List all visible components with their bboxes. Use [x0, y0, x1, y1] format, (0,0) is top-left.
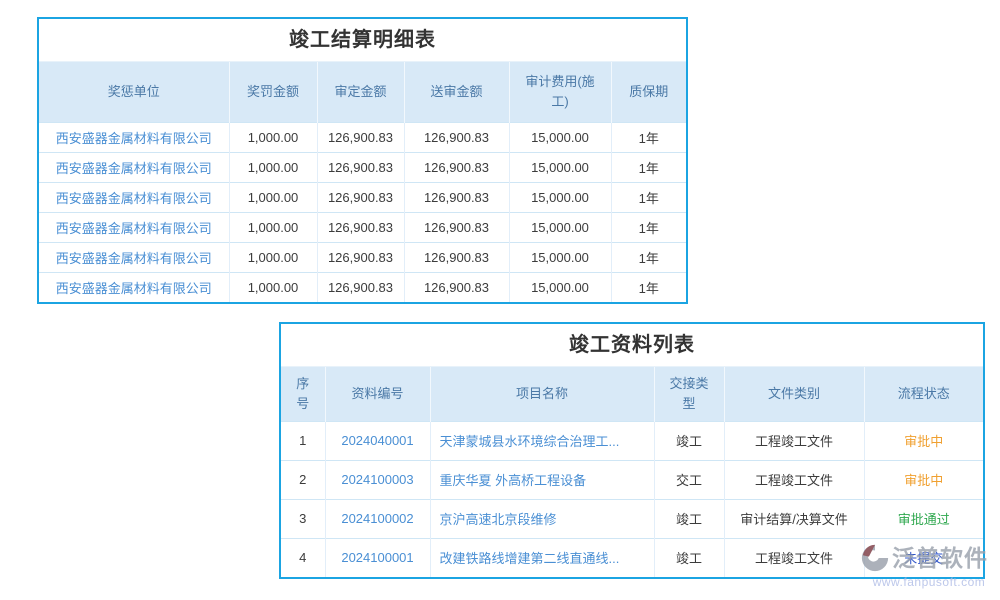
doc-no-link[interactable]: 2024100001	[325, 538, 430, 577]
file-category-cell: 工程竣工文件	[724, 421, 864, 460]
documents-table-header: 序号 资料编号 项目名称 交接类型 文件类别 流程状态	[281, 367, 983, 421]
documents-table-panel: 竣工资料列表 序号 资料编号 项目名称 交接类型 文件类别 流程状态 1 202…	[279, 322, 985, 579]
submitted-amount-cell: 126,900.83	[404, 182, 509, 212]
penalty-amount-cell: 1,000.00	[229, 212, 317, 242]
handover-type-cell: 竣工	[654, 538, 724, 577]
settlement-table-row: 西安盛器金属材料有限公司 1,000.00 126,900.83 126,900…	[39, 122, 686, 152]
settlement-table-row: 西安盛器金属材料有限公司 1,000.00 126,900.83 126,900…	[39, 212, 686, 242]
submitted-amount-cell: 126,900.83	[404, 152, 509, 182]
handover-type-cell: 竣工	[654, 499, 724, 538]
seq-cell: 3	[281, 499, 325, 538]
col-header-flow-status: 流程状态	[864, 367, 983, 421]
doc-no-link[interactable]: 2024100003	[325, 460, 430, 499]
settlement-table-row: 西安盛器金属材料有限公司 1,000.00 126,900.83 126,900…	[39, 152, 686, 182]
col-header-submitted-amount: 送审金额	[404, 62, 509, 122]
approved-amount-cell: 126,900.83	[317, 212, 404, 242]
documents-table-row: 4 2024100001 改建铁路线增建第二线直通线... 竣工 工程竣工文件 …	[281, 538, 983, 577]
reward-unit-link[interactable]: 西安盛器金属材料有限公司	[39, 182, 229, 212]
project-name-link[interactable]: 京沪高速北京段维修	[430, 499, 654, 538]
documents-table-row: 2 2024100003 重庆华夏 外高桥工程设备 交工 工程竣工文件 审批中	[281, 460, 983, 499]
settlement-table-title: 竣工结算明细表	[39, 19, 686, 62]
audit-fee-cell: 15,000.00	[509, 272, 611, 302]
col-header-penalty-amount: 奖罚金额	[229, 62, 317, 122]
col-header-approved-amount: 审定金额	[317, 62, 404, 122]
reward-unit-link[interactable]: 西安盛器金属材料有限公司	[39, 212, 229, 242]
approved-amount-cell: 126,900.83	[317, 182, 404, 212]
seq-cell: 2	[281, 460, 325, 499]
warranty-cell: 1年	[611, 122, 686, 152]
audit-fee-cell: 15,000.00	[509, 212, 611, 242]
reward-unit-link[interactable]: 西安盛器金属材料有限公司	[39, 272, 229, 302]
documents-table-title: 竣工资料列表	[281, 324, 983, 367]
penalty-amount-cell: 1,000.00	[229, 242, 317, 272]
settlement-table-header: 奖惩单位 奖罚金额 审定金额 送审金额 审计费用(施工) 质保期	[39, 62, 686, 122]
documents-table-row: 3 2024100002 京沪高速北京段维修 竣工 审计结算/决算文件 审批通过	[281, 499, 983, 538]
penalty-amount-cell: 1,000.00	[229, 182, 317, 212]
flow-status-badge: 审批中	[864, 421, 983, 460]
col-header-handover-type: 交接类型	[654, 367, 724, 421]
col-header-warranty: 质保期	[611, 62, 686, 122]
settlement-table: 奖惩单位 奖罚金额 审定金额 送审金额 审计费用(施工) 质保期 西安盛器金属材…	[39, 62, 686, 302]
submitted-amount-cell: 126,900.83	[404, 122, 509, 152]
seq-cell: 1	[281, 421, 325, 460]
reward-unit-link[interactable]: 西安盛器金属材料有限公司	[39, 122, 229, 152]
file-category-cell: 审计结算/决算文件	[724, 499, 864, 538]
approved-amount-cell: 126,900.83	[317, 272, 404, 302]
file-category-cell: 工程竣工文件	[724, 460, 864, 499]
col-header-project-name: 项目名称	[430, 367, 654, 421]
submitted-amount-cell: 126,900.83	[404, 272, 509, 302]
project-name-link[interactable]: 改建铁路线增建第二线直通线...	[430, 538, 654, 577]
documents-table-row: 1 2024040001 天津蒙城县水环境综合治理工... 竣工 工程竣工文件 …	[281, 421, 983, 460]
settlement-table-row: 西安盛器金属材料有限公司 1,000.00 126,900.83 126,900…	[39, 182, 686, 212]
settlement-table-panel: 竣工结算明细表 奖惩单位 奖罚金额 审定金额 送审金额 审计费用(施工) 质保期…	[37, 17, 688, 304]
flow-status-badge: 审批通过	[864, 499, 983, 538]
col-header-doc-no: 资料编号	[325, 367, 430, 421]
warranty-cell: 1年	[611, 182, 686, 212]
audit-fee-cell: 15,000.00	[509, 182, 611, 212]
warranty-cell: 1年	[611, 152, 686, 182]
col-header-seq: 序号	[281, 367, 325, 421]
reward-unit-link[interactable]: 西安盛器金属材料有限公司	[39, 242, 229, 272]
settlement-table-body: 西安盛器金属材料有限公司 1,000.00 126,900.83 126,900…	[39, 122, 686, 302]
file-category-cell: 工程竣工文件	[724, 538, 864, 577]
flow-status-badge: 审批中	[864, 460, 983, 499]
approved-amount-cell: 126,900.83	[317, 122, 404, 152]
handover-type-cell: 竣工	[654, 421, 724, 460]
settlement-table-row: 西安盛器金属材料有限公司 1,000.00 126,900.83 126,900…	[39, 242, 686, 272]
audit-fee-cell: 15,000.00	[509, 242, 611, 272]
doc-no-link[interactable]: 2024100002	[325, 499, 430, 538]
audit-fee-cell: 15,000.00	[509, 152, 611, 182]
handover-type-cell: 交工	[654, 460, 724, 499]
col-header-audit-fee: 审计费用(施工)	[509, 62, 611, 122]
flow-status-badge: 未提交	[864, 538, 983, 577]
project-name-link[interactable]: 重庆华夏 外高桥工程设备	[430, 460, 654, 499]
settlement-table-row: 西安盛器金属材料有限公司 1,000.00 126,900.83 126,900…	[39, 272, 686, 302]
penalty-amount-cell: 1,000.00	[229, 122, 317, 152]
approved-amount-cell: 126,900.83	[317, 242, 404, 272]
penalty-amount-cell: 1,000.00	[229, 272, 317, 302]
reward-unit-link[interactable]: 西安盛器金属材料有限公司	[39, 152, 229, 182]
warranty-cell: 1年	[611, 212, 686, 242]
submitted-amount-cell: 126,900.83	[404, 242, 509, 272]
col-header-file-category: 文件类别	[724, 367, 864, 421]
seq-cell: 4	[281, 538, 325, 577]
audit-fee-cell: 15,000.00	[509, 122, 611, 152]
doc-no-link[interactable]: 2024040001	[325, 421, 430, 460]
documents-table: 序号 资料编号 项目名称 交接类型 文件类别 流程状态 1 2024040001…	[281, 367, 983, 577]
project-name-link[interactable]: 天津蒙城县水环境综合治理工...	[430, 421, 654, 460]
warranty-cell: 1年	[611, 242, 686, 272]
approved-amount-cell: 126,900.83	[317, 152, 404, 182]
submitted-amount-cell: 126,900.83	[404, 212, 509, 242]
penalty-amount-cell: 1,000.00	[229, 152, 317, 182]
col-header-reward-unit: 奖惩单位	[39, 62, 229, 122]
documents-table-body: 1 2024040001 天津蒙城县水环境综合治理工... 竣工 工程竣工文件 …	[281, 421, 983, 577]
warranty-cell: 1年	[611, 272, 686, 302]
